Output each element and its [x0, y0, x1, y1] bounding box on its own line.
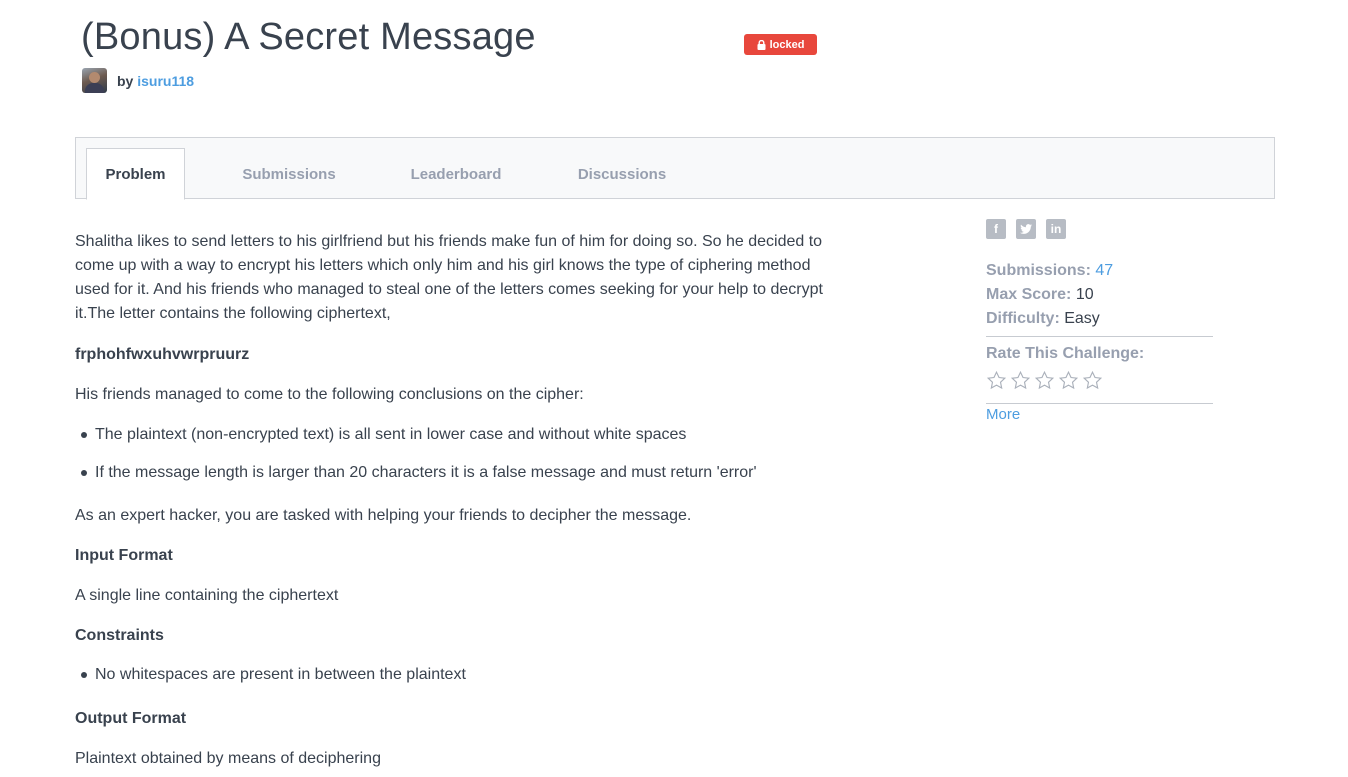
tab-bar: Problem Submissions Leaderboard Discussi…: [75, 137, 1275, 200]
tab-discussions[interactable]: Discussions: [566, 148, 678, 200]
task-text: As an expert hacker, you are tasked with…: [75, 507, 692, 524]
more-link[interactable]: More: [986, 406, 1020, 423]
list-item-text: The plaintext (non-encrypted text) is al…: [95, 426, 687, 443]
page-title: (Bonus) A Secret Message: [81, 16, 536, 58]
max-score-label: Max Score:: [986, 286, 1072, 303]
input-format-text: A single line containing the ciphertext: [75, 587, 339, 604]
badge-label: locked: [769, 38, 805, 51]
list-item-text: No whitespaces are present in between th…: [95, 666, 466, 683]
output-format-heading: Output Format: [75, 710, 187, 727]
tab-problem[interactable]: Problem: [86, 148, 185, 200]
output-format-text: Plaintext obtained by means of decipheri…: [75, 750, 381, 767]
divider: [986, 403, 1213, 404]
twitter-icon[interactable]: [1016, 219, 1036, 239]
bullet-icon: [81, 672, 87, 678]
submissions-count-link[interactable]: 47: [1095, 262, 1113, 279]
tab-submissions[interactable]: Submissions: [226, 148, 352, 200]
rate-challenge-label: Rate This Challenge:: [986, 345, 1145, 362]
star-icon[interactable]: [1082, 370, 1103, 391]
intro-line: Shalitha likes to send letters to his gi…: [75, 233, 823, 250]
facebook-icon[interactable]: f: [986, 219, 1006, 239]
intro-line: it.The letter contains the following cip…: [75, 305, 391, 322]
submissions-label: Submissions:: [986, 262, 1091, 279]
star-rating: [986, 370, 1103, 391]
difficulty-value: Easy: [1064, 310, 1100, 327]
linkedin-icon[interactable]: in: [1046, 219, 1066, 239]
author-line: by isuru118: [82, 68, 194, 93]
locked-badge: locked: [744, 34, 817, 55]
avatar[interactable]: [82, 68, 107, 93]
star-icon[interactable]: [986, 370, 1007, 391]
intro-paragraph: Shalitha likes to send letters to his gi…: [75, 230, 823, 326]
divider: [986, 336, 1213, 337]
star-icon[interactable]: [1058, 370, 1079, 391]
bullet-icon: [81, 470, 87, 476]
conclusions-intro: His friends managed to come to the follo…: [75, 386, 584, 403]
author-link[interactable]: isuru118: [137, 73, 194, 89]
difficulty-label: Difficulty:: [986, 310, 1060, 327]
ciphertext: frphohfwxuhvwrpruurz: [75, 346, 250, 363]
list-item: If the message length is larger than 20 …: [81, 461, 757, 485]
list-item-text: If the message length is larger than 20 …: [95, 464, 757, 481]
list-item: The plaintext (non-encrypted text) is al…: [81, 423, 686, 447]
constraints-heading: Constraints: [75, 627, 164, 644]
bullet-icon: [81, 432, 87, 438]
social-share: f in: [986, 219, 1213, 239]
challenge-sidebar: f in Submissions: 47 Max Score: 10 Diffi…: [986, 219, 1213, 423]
max-score-value: 10: [1075, 286, 1094, 303]
tab-leaderboard[interactable]: Leaderboard: [394, 148, 518, 200]
star-icon[interactable]: [1010, 370, 1031, 391]
star-icon[interactable]: [1034, 370, 1055, 391]
by-label: by: [117, 72, 134, 89]
intro-line: used for it. And his friends who managed…: [75, 281, 823, 298]
lock-icon: [757, 39, 766, 50]
list-item: No whitespaces are present in between th…: [81, 663, 466, 687]
input-format-heading: Input Format: [75, 547, 173, 564]
intro-line: come up with a way to encrypt his letter…: [75, 257, 811, 274]
challenge-stats: Submissions: 47 Max Score: 10 Difficulty…: [986, 259, 1113, 331]
